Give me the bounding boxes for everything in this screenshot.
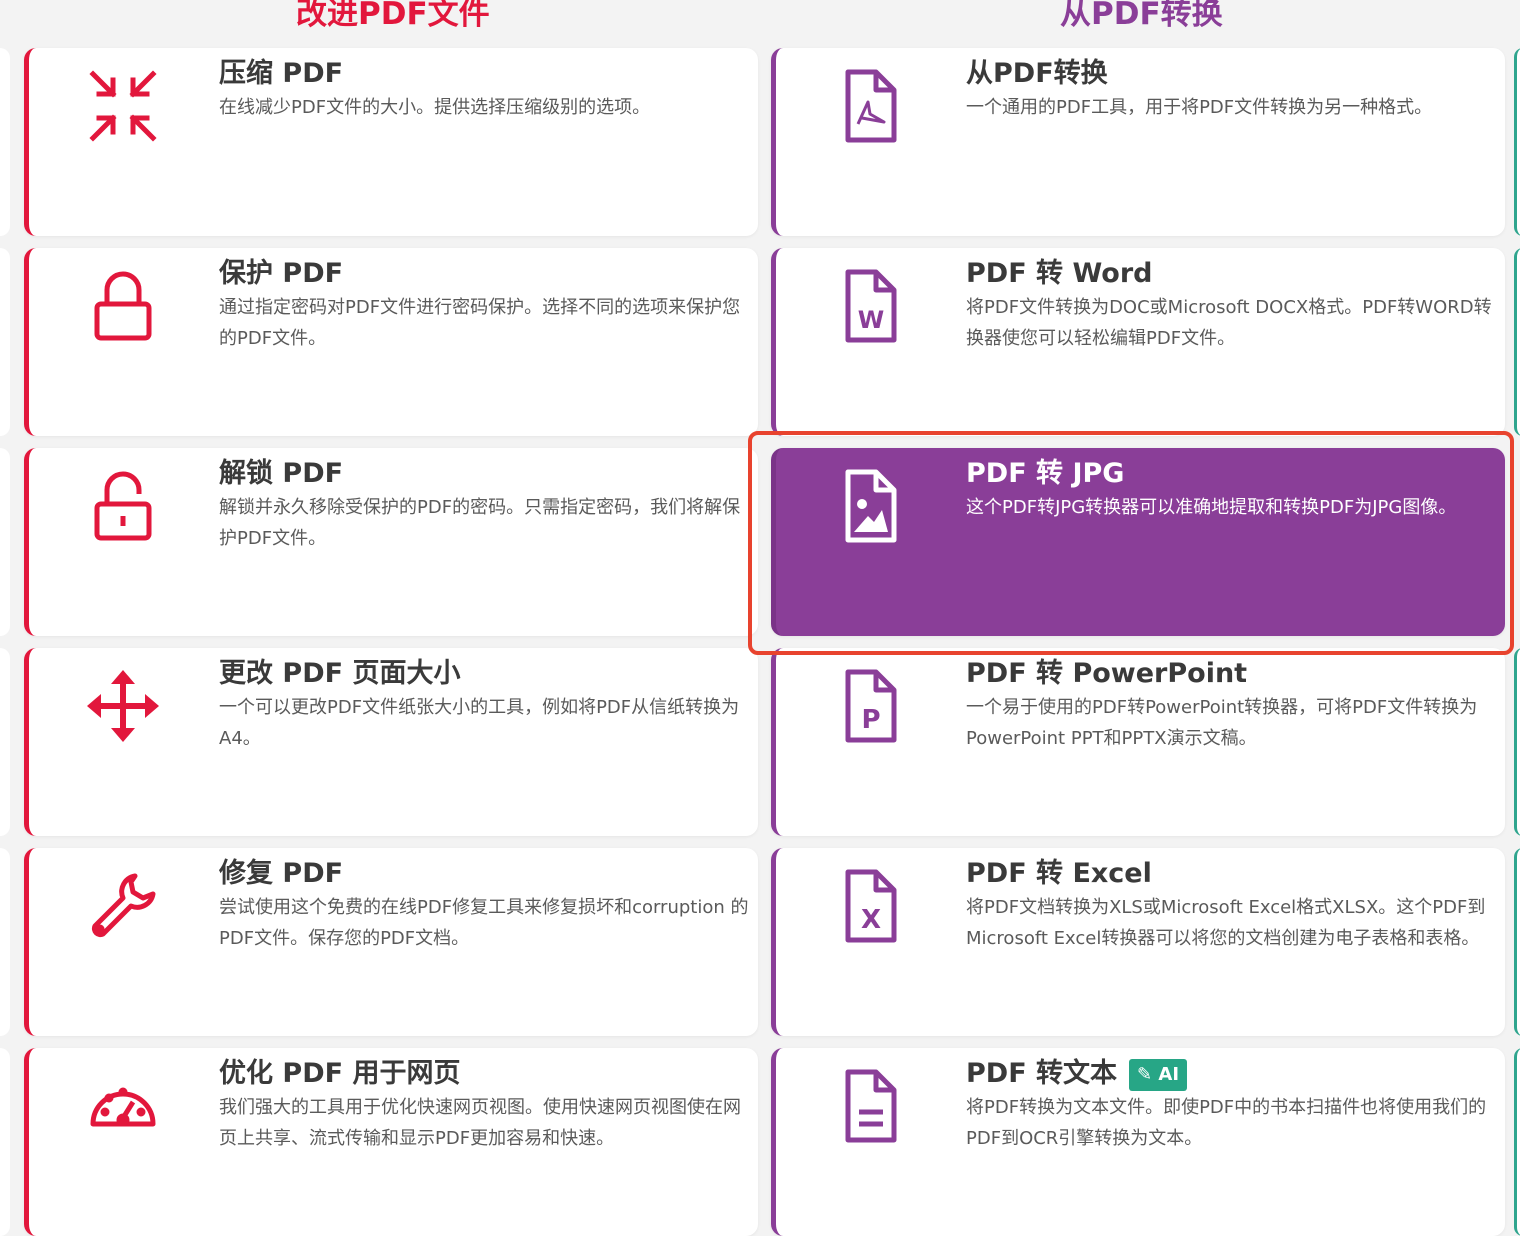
compress-pdf-card[interactable]: 压缩 PDF 在线减少PDF文件的大小。提供选择压缩级别的选项。 bbox=[24, 48, 758, 236]
card-description: 通过指定密码对PDF文件进行密码保护。选择不同的选项来保护您的PDF文件。 bbox=[219, 297, 741, 349]
card-description: 一个通用的PDF工具，用于将PDF文件转换为另一种格式。 bbox=[966, 97, 1433, 118]
card-description: 在线减少PDF文件的大小。提供选择压缩级别的选项。 bbox=[219, 97, 651, 118]
card-description: 我们强大的工具用于优化快速网页视图。使用快速网页视图使在网页上共享、流式传输和显… bbox=[219, 1097, 741, 1149]
card-title: PDF 转 JPG bbox=[966, 458, 1125, 489]
image-file-icon bbox=[832, 468, 908, 544]
compress-icon bbox=[85, 68, 161, 144]
powerpoint-file-icon: P bbox=[832, 668, 908, 744]
card-description: 一个可以更改PDF文件纸张大小的工具，例如将PDF从信纸转换为A4。 bbox=[219, 697, 740, 749]
optimize-pdf-card[interactable]: 优化 PDF 用于网页 我们强大的工具用于优化快速网页视图。使用快速网页视图使在… bbox=[24, 1048, 758, 1236]
excel-file-icon: X bbox=[832, 868, 908, 944]
speedometer-icon bbox=[85, 1068, 161, 1144]
offscreen-card-edge bbox=[1514, 648, 1520, 836]
card-description: 解锁并永久移除受保护的PDF的密码。只需指定密码，我们将解保护PDF文件。 bbox=[219, 497, 741, 549]
text-file-icon bbox=[832, 1068, 908, 1144]
offscreen-card-edge bbox=[1514, 48, 1520, 236]
lock-icon bbox=[85, 268, 161, 344]
card-description: 这个PDF转JPG转换器可以准确地提取和转换PDF为JPG图像。 bbox=[966, 497, 1457, 518]
card-title: PDF 转 PowerPoint bbox=[966, 658, 1248, 689]
offscreen-card-edge bbox=[0, 1048, 10, 1236]
repair-pdf-card[interactable]: 修复 PDF 尝试使用这个免费的在线PDF修复工具来修复损坏和corruptio… bbox=[24, 848, 758, 1036]
unlock-pdf-card[interactable]: 解锁 PDF 解锁并永久移除受保护的PDF的密码。只需指定密码，我们将解保护PD… bbox=[24, 448, 758, 636]
pdf-to-jpg-card[interactable]: PDF 转 JPG 这个PDF转JPG转换器可以准确地提取和转换PDF为JPG图… bbox=[771, 448, 1505, 636]
card-description: 一个易于使用的PDF转PowerPoint转换器，可将PDF文件转换为Power… bbox=[966, 697, 1478, 749]
card-title: PDF 转 Word bbox=[966, 258, 1153, 289]
card-title: 修复 PDF bbox=[219, 858, 344, 889]
magic-wand-icon: ✎ bbox=[1137, 1063, 1153, 1085]
card-title: 解锁 PDF bbox=[219, 458, 344, 489]
wrench-icon bbox=[85, 868, 161, 944]
svg-text:X: X bbox=[861, 905, 881, 935]
improve-pdf-heading: 改进PDF文件 bbox=[296, 0, 490, 32]
card-title: PDF 转 Excel bbox=[966, 858, 1152, 889]
ai-badge: ✎ AI bbox=[1129, 1058, 1188, 1091]
offscreen-card-edge bbox=[0, 448, 10, 636]
card-title: 优化 PDF 用于网页 bbox=[219, 1058, 461, 1089]
card-description: 将PDF文件转换为DOC或Microsoft DOCX格式。PDF转WORD转换… bbox=[966, 297, 1492, 349]
card-title: 压缩 PDF bbox=[219, 58, 344, 89]
convert-from-pdf-heading: 从PDF转换 bbox=[1060, 0, 1223, 32]
card-title: 更改 PDF 页面大小 bbox=[219, 658, 461, 689]
card-description: 将PDF转换为文本文件。即使PDF中的书本扫描件也将使用我们的PDF到OCR引擎… bbox=[966, 1097, 1487, 1149]
convert-from-pdf-card[interactable]: 从PDF转换 一个通用的PDF工具，用于将PDF文件转换为另一种格式。 bbox=[771, 48, 1505, 236]
pdf-to-text-card[interactable]: PDF 转文本 ✎ AI 将PDF转换为文本文件。即使PDF中的书本扫描件也将使用… bbox=[771, 1048, 1505, 1236]
card-title-text: PDF 转文本 bbox=[966, 1058, 1118, 1089]
card-description: 尝试使用这个免费的在线PDF修复工具来修复损坏和corruption 的PDF文… bbox=[219, 897, 749, 949]
card-description: 将PDF文档转换为XLS或Microsoft Excel格式XLSX。这个PDF… bbox=[966, 897, 1486, 949]
pdf-to-excel-card[interactable]: X PDF 转 Excel 将PDF文档转换为XLS或Microsoft Exc… bbox=[771, 848, 1505, 1036]
protect-pdf-card[interactable]: 保护 PDF 通过指定密码对PDF文件进行密码保护。选择不同的选项来保护您的PD… bbox=[24, 248, 758, 436]
offscreen-card-edge bbox=[0, 48, 10, 236]
svg-text:P: P bbox=[861, 705, 880, 735]
offscreen-card-edge bbox=[1514, 248, 1520, 436]
pdf-file-icon bbox=[832, 68, 908, 144]
svg-text:W: W bbox=[858, 306, 884, 334]
resize-pdf-card[interactable]: 更改 PDF 页面大小 一个可以更改PDF文件纸张大小的工具，例如将PDF从信纸… bbox=[24, 648, 758, 836]
unlock-icon bbox=[85, 468, 161, 544]
card-title: 保护 PDF bbox=[219, 258, 344, 289]
card-title: PDF 转文本 ✎ AI bbox=[966, 1056, 1188, 1092]
offscreen-card-edge bbox=[1514, 848, 1520, 1036]
offscreen-card-edge bbox=[0, 848, 10, 1036]
offscreen-card-edge bbox=[1514, 1048, 1520, 1236]
move-arrows-icon bbox=[85, 668, 161, 744]
offscreen-card-edge bbox=[0, 248, 10, 436]
offscreen-card-edge bbox=[0, 648, 10, 836]
word-file-icon: W bbox=[832, 268, 908, 344]
pdf-to-powerpoint-card[interactable]: P PDF 转 PowerPoint 一个易于使用的PDF转PowerPoint… bbox=[771, 648, 1505, 836]
pdf-to-word-card[interactable]: W PDF 转 Word 将PDF文件转换为DOC或Microsoft DOCX… bbox=[771, 248, 1505, 436]
card-title: 从PDF转换 bbox=[966, 58, 1108, 89]
